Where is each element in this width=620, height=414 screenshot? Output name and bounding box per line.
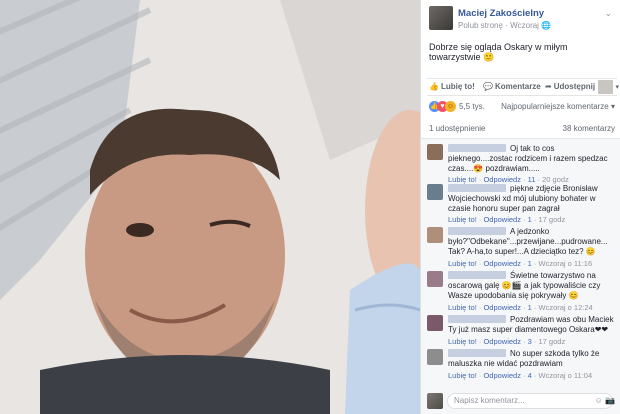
comment-reply-link[interactable]: Odpowiedz: [483, 259, 521, 268]
post-action-bar: 👍 Lubię to! 💬 Komentarze ➦ Udostępnij ▾: [427, 78, 619, 96]
comment-time[interactable]: 17 godz: [539, 337, 566, 346]
comment-like-count[interactable]: 4: [528, 371, 532, 380]
post-options-chevron-icon[interactable]: ⌄: [604, 8, 612, 19]
reaction-count[interactable]: 5,5 tys.: [459, 102, 485, 111]
comment-footer: Lubię to! · Odpowiedz · 1 · Wczoraj o 11…: [448, 259, 593, 268]
comment-text: Oj tak to cos pieknego....zostac rodzice…: [448, 144, 608, 173]
share-button[interactable]: ➦ Udostępnij: [545, 82, 595, 91]
current-user-avatar: [427, 393, 443, 409]
comment-like-link[interactable]: Lubię to!: [448, 175, 477, 184]
post-meta: Polub stronę · Wczoraj 🌐: [458, 21, 551, 30]
share-icon: ➦: [545, 82, 552, 91]
comment-reply-link[interactable]: Odpowiedz: [483, 303, 521, 312]
comment-button-label: Komentarze: [494, 82, 541, 91]
commenter-avatar[interactable]: [427, 144, 443, 160]
comment-like-link[interactable]: Lubię to!: [448, 371, 477, 380]
share-button-label: Udostępnij: [553, 82, 596, 91]
comment-reply-link[interactable]: Odpowiedz: [483, 175, 521, 184]
like-page-link[interactable]: Polub stronę: [458, 21, 503, 30]
comment-footer: Lubię to! · Odpowiedz · 3 · 17 godz: [448, 337, 566, 346]
comment-text: No super szkoda tylko że maluszka nie wi…: [448, 349, 600, 368]
comment-text: piękne zdjęcie Bronisław Wojciechowski x…: [448, 184, 598, 213]
haha-reaction-icon[interactable]: ☺: [445, 101, 456, 112]
commenter-avatar[interactable]: [427, 271, 443, 287]
post-header: Maciej Zakościelny Polub stronę · Wczora…: [429, 6, 614, 34]
comment-footer: Lubię to! · Odpowiedz · 1 · Wczoraj o 12…: [448, 303, 593, 312]
comment-reply-link[interactable]: Odpowiedz: [483, 371, 521, 380]
comment-footer: Lubię to! · Odpowiedz · 11 · 20 godz: [448, 175, 569, 184]
commenter-avatar[interactable]: [427, 184, 443, 200]
comment-footer: Lubię to! · Odpowiedz · 1 · 17 godz: [448, 215, 566, 224]
comment-time[interactable]: Wczoraj o 11:04: [539, 371, 593, 380]
comment-reply-link[interactable]: Odpowiedz: [483, 215, 521, 224]
comment-like-count[interactable]: 1: [528, 215, 532, 224]
author-avatar[interactable]: [429, 6, 453, 30]
like-button-label: Lubię to!: [440, 82, 475, 91]
comment-composer: Napisz komentarz... ☺ 📷: [421, 388, 620, 414]
comment-input[interactable]: Napisz komentarz...: [447, 393, 613, 409]
like-button[interactable]: 👍 Lubię to!: [429, 82, 475, 91]
comment-time[interactable]: Wczoraj o 11:16: [539, 259, 593, 268]
comment-time[interactable]: Wczoraj o 12:24: [539, 303, 593, 312]
comment-text: Pozdrawiam was obu Maciek Ty już masz su…: [448, 315, 614, 334]
comment-text: A jedzonko było?"Odbekane"...przewijane.…: [448, 227, 608, 256]
comment-time[interactable]: 17 godz: [539, 215, 566, 224]
photo-illustration: [0, 0, 420, 414]
engagement-counts: 1 udostępnienie 38 komentarzy: [429, 124, 615, 136]
share-count[interactable]: 1 udostępnienie: [429, 124, 486, 133]
comment-icon: 💬: [483, 82, 493, 91]
comment-like-count[interactable]: 1: [528, 303, 532, 312]
commenter-avatar[interactable]: [427, 349, 443, 365]
comment-footer: Lubię to! · Odpowiedz · 4 · Wczoraj o 11…: [448, 371, 593, 380]
comment-like-link[interactable]: Lubię to!: [448, 259, 477, 268]
comment-reply-link[interactable]: Odpowiedz: [483, 337, 521, 346]
post-side-panel: Maciej Zakościelny Polub stronę · Wczora…: [420, 0, 620, 414]
globe-icon: 🌐: [541, 21, 552, 30]
comment-like-link[interactable]: Lubię to!: [448, 337, 477, 346]
thumbs-up-icon: 👍: [429, 82, 439, 91]
post-time[interactable]: Wczoraj: [510, 21, 539, 30]
commenter-avatar[interactable]: [427, 227, 443, 243]
comment-time[interactable]: 20 godz: [542, 175, 569, 184]
commenter-avatar[interactable]: [427, 315, 443, 331]
page-thumbnail[interactable]: [598, 80, 613, 94]
comments-list: Oj tak to cos pieknego....zostac rodzice…: [421, 138, 620, 388]
comment-like-count[interactable]: 3: [528, 337, 532, 346]
comment-like-count[interactable]: 11: [528, 175, 536, 184]
comment-like-link[interactable]: Lubię to!: [448, 303, 477, 312]
comment-button[interactable]: 💬 Komentarze: [483, 82, 541, 91]
post-photo[interactable]: [0, 0, 420, 414]
comment-like-count[interactable]: 1: [528, 259, 532, 268]
comment-like-link[interactable]: Lubię to!: [448, 215, 477, 224]
post-text: Dobrze się ogląda Oskary w miłym towarzy…: [429, 42, 568, 62]
author-name[interactable]: Maciej Zakościelny: [458, 8, 544, 19]
emoji-camera-icon[interactable]: ☺ 📷: [595, 396, 615, 405]
comment-count[interactable]: 38 komentarzy: [563, 124, 615, 133]
comment-sort-dropdown[interactable]: Najpopularniejsze komentarze ▾: [501, 102, 615, 111]
reactions-row: 👍 ♥ ☺ 5,5 tys. Najpopularniejsze komenta…: [429, 101, 615, 115]
caret-down-icon[interactable]: ▾: [615, 83, 619, 91]
meta-dot: ·: [505, 21, 508, 30]
comment-text: Świetne towarzystwo na oscarową galę 😊🎬 …: [448, 271, 601, 300]
